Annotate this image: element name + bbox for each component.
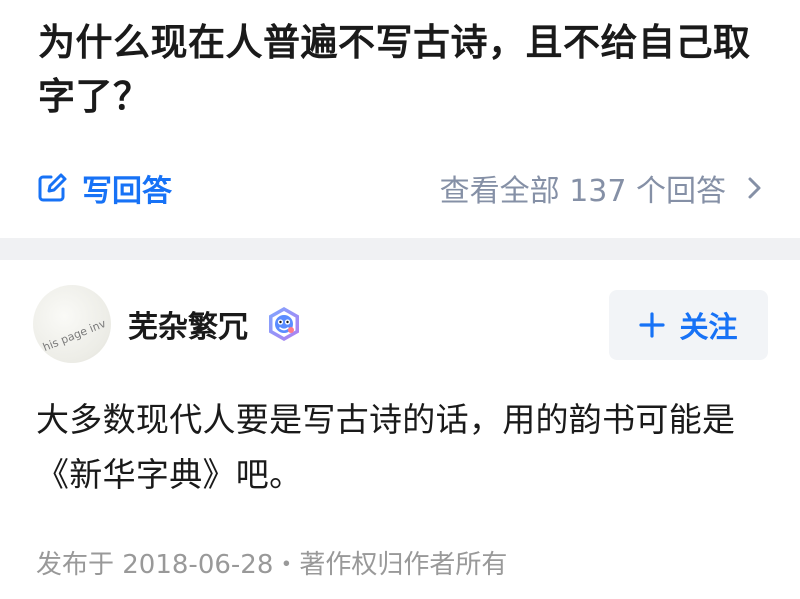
section-divider: [0, 238, 800, 260]
avatar[interactable]: his page inv: [33, 285, 111, 363]
follow-label: 关注: [679, 310, 738, 344]
avatar-watermark: his page inv: [40, 316, 108, 355]
author-name[interactable]: 芜杂繁冗: [128, 302, 248, 346]
question-action-bar: 写回答 查看全部 137 个回答: [0, 162, 800, 214]
view-all-answers-link[interactable]: 查看全部 137 个回答: [439, 168, 764, 209]
edit-pencil-icon: [36, 172, 68, 204]
question-page: 为什么现在人普遍不写古诗，且不给自己取字了？ 写回答 查看全部 137 个回答 …: [0, 0, 800, 599]
plus-icon: [639, 312, 666, 338]
write-answer-button[interactable]: 写回答: [36, 168, 172, 209]
view-all-answers-label: 查看全部 137 个回答: [439, 174, 726, 209]
answer-meta: 发布于 2018-06-28・著作权归作者所有: [36, 550, 508, 580]
follow-button[interactable]: 关注: [609, 290, 768, 360]
write-answer-label: 写回答: [82, 174, 172, 209]
question-title[interactable]: 为什么现在人普遍不写古诗，且不给自己取字了？: [38, 16, 768, 124]
answer-content[interactable]: 大多数现代人要是写古诗的话，用的韵书可能是《新华字典》吧。: [36, 392, 766, 502]
chevron-right-icon: [744, 176, 764, 200]
verified-badge-icon: [266, 306, 302, 342]
answer-author-row: his page inv 芜杂繁冗 关注: [0, 284, 800, 368]
